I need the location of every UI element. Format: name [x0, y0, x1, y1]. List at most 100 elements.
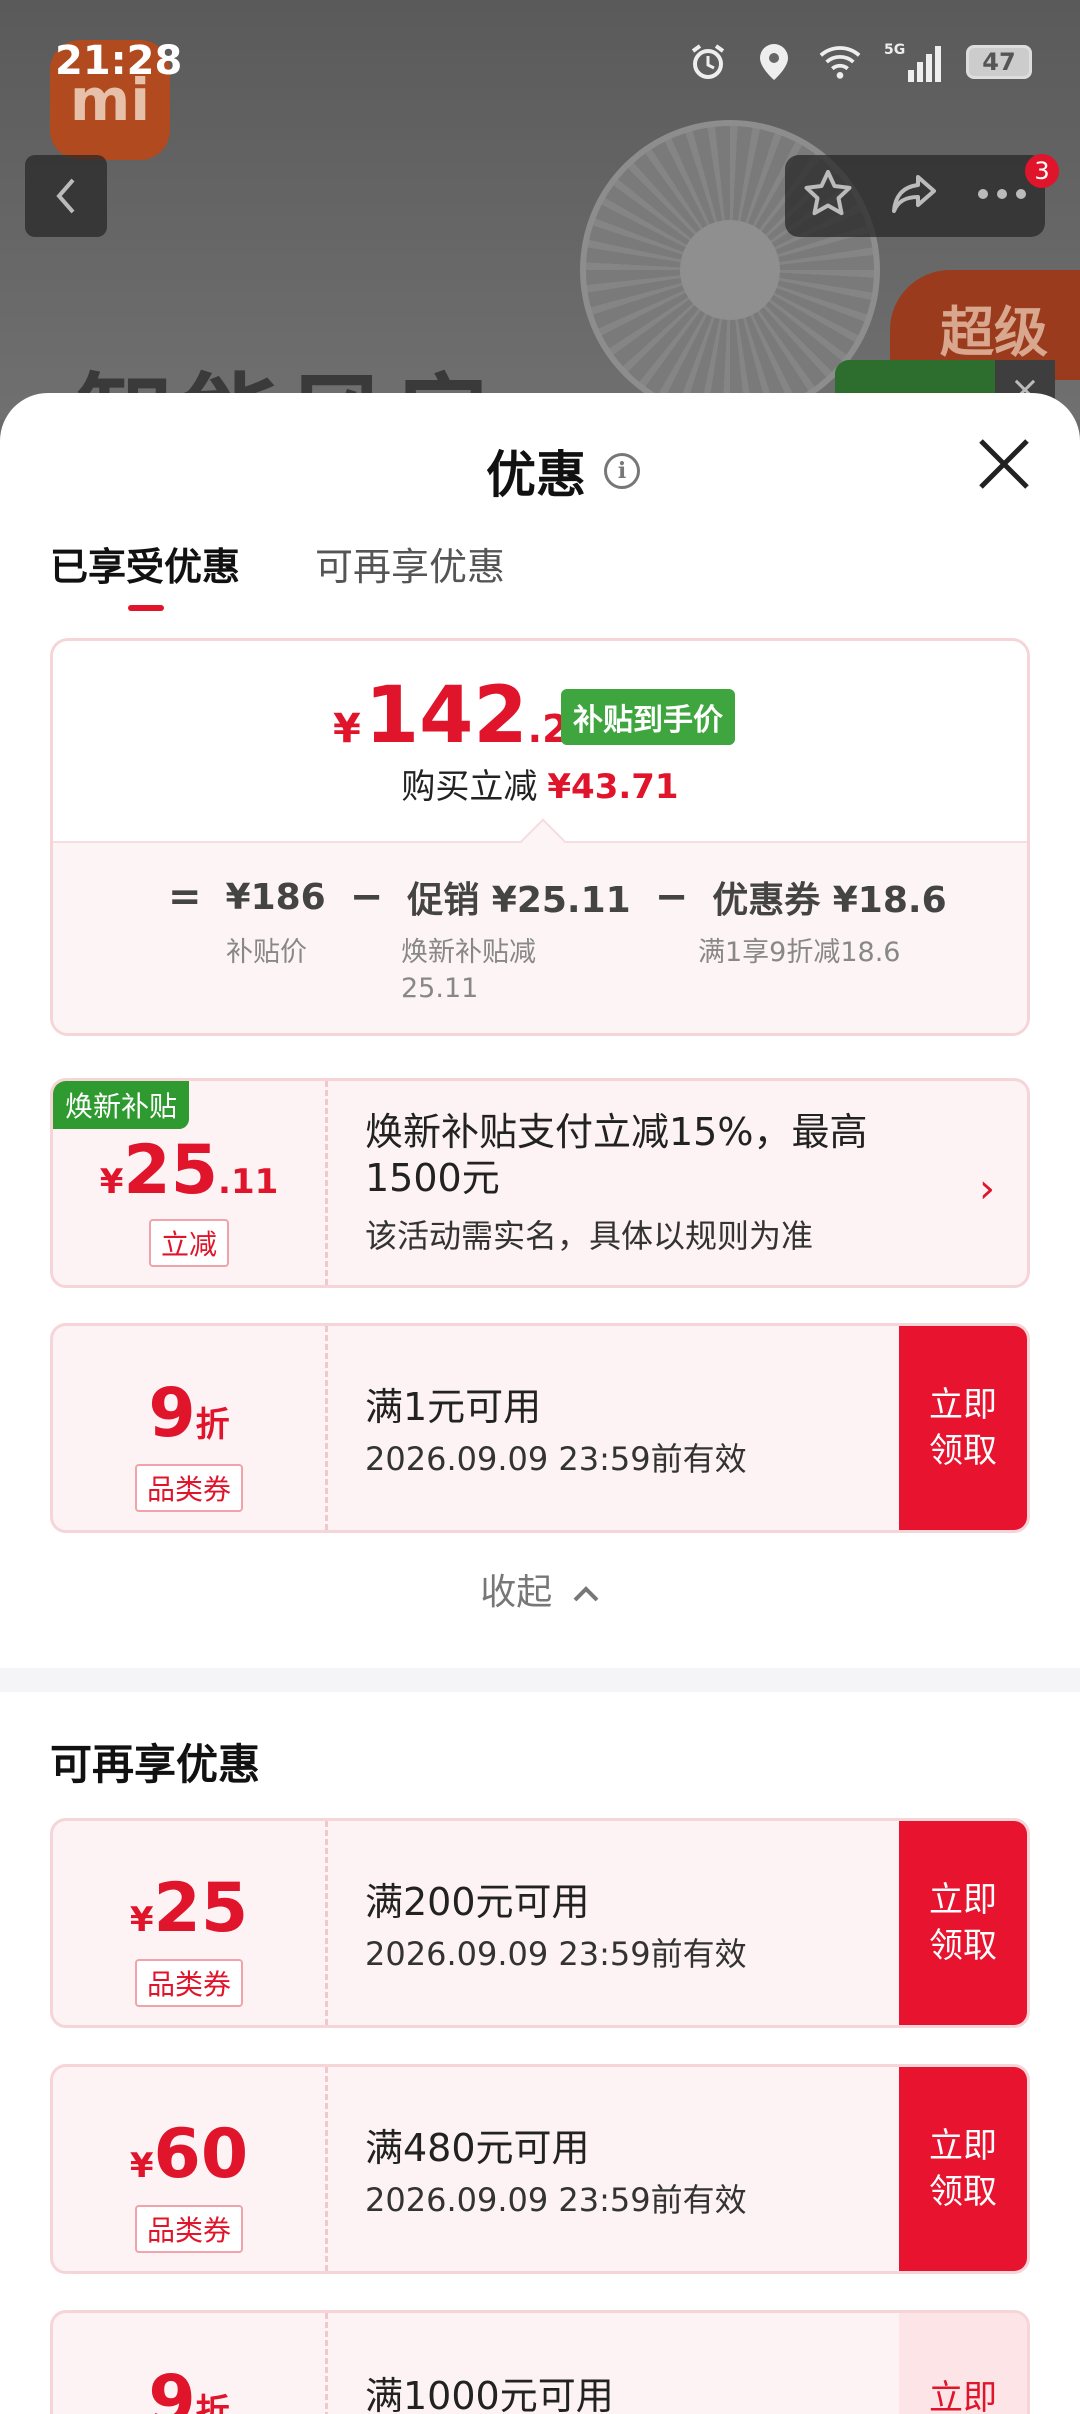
price-formula: = ¥186 − 促销 ¥25.11 − 优惠券 ¥18.6 — [168, 871, 947, 923]
coupon-amount: ¥60 — [53, 2115, 325, 2194]
available-section-title: 可再享优惠 — [50, 1740, 261, 1789]
tab-available[interactable]: 可再享优惠 — [315, 536, 505, 611]
category-coupon-card: ¥25 品类券 满200元可用 2026.09.09 23:59前有效 立即 领… — [50, 1818, 1030, 2028]
price-integer: 142 — [364, 671, 528, 761]
coupon-title: 满480元可用 — [365, 2126, 590, 2170]
coupon-validity: 2026.09.09 23:59前有效 — [365, 2181, 747, 2219]
alarm-icon — [686, 40, 730, 84]
cellular-signal-icon: 5G — [884, 40, 944, 84]
more-options-icon[interactable] — [975, 184, 1029, 208]
sheet-title: 优惠 — [486, 446, 586, 504]
coupon-currency: ¥ — [129, 1900, 154, 1940]
price-summary-top: ¥ 142 .29 补贴到手价 购买立减¥43.71 — [53, 641, 1027, 841]
coupon-description: 该活动需实名，具体以规则为准 — [365, 1217, 814, 1255]
top-actions-bar — [785, 155, 1045, 237]
final-price: ¥ 142 .29 — [333, 671, 595, 761]
discount-tabs: 已享受优惠 可再享优惠 — [50, 536, 505, 611]
section-divider — [0, 1668, 1080, 1692]
status-icons: 5G 47 — [686, 40, 1032, 84]
coupon-title: 满1000元可用 — [365, 2374, 614, 2414]
coupon-value-section: 9折 品类券 — [53, 1326, 328, 1530]
coupon-value: 9 — [148, 1374, 196, 1453]
promo-label-line2: 25.11 — [401, 973, 479, 1004]
category-coupon-card: ¥60 品类券 满480元可用 2026.09.09 23:59前有效 立即 领… — [50, 2064, 1030, 2274]
coupon-value-section: 9折 — [53, 2313, 328, 2414]
reduction-amount: ¥43.71 — [547, 767, 679, 807]
location-icon — [752, 40, 796, 84]
chevron-up-icon — [573, 1586, 599, 1602]
coupon-validity: 2026.09.09 23:59前有效 — [365, 1935, 747, 1973]
chevron-right-icon[interactable]: › — [979, 1166, 995, 1212]
collapse-label: 收起 — [480, 1572, 553, 1613]
status-bar: 21:28 5G 47 — [0, 0, 1080, 120]
price-currency: ¥ — [333, 706, 361, 752]
coupon-title: 满200元可用 — [365, 1880, 590, 1924]
coupon-unit: 折 — [195, 1405, 230, 1445]
base-price-label: 补贴价 — [226, 937, 307, 968]
battery-indicator: 47 — [966, 45, 1032, 79]
close-icon — [979, 439, 1029, 489]
chevron-left-icon — [56, 178, 75, 214]
status-time: 21:28 — [55, 38, 183, 84]
discount-sheet: 优惠 i 已享受优惠 可再享优惠 ¥ 142 .29 补贴到手价 购买立减¥43… — [0, 393, 1080, 2414]
coupon-label: 满1享9折减18.6 — [698, 937, 901, 968]
coupon-amount: 9折 — [53, 1374, 325, 1453]
promo-discount: 促销 ¥25.11 — [407, 880, 631, 921]
coupon-amount: ¥25 — [53, 1869, 325, 1948]
coupon-type-tag: 立减 — [148, 1219, 230, 1267]
coupon-validity: 2026.09.09 23:59前有效 — [365, 1440, 747, 1478]
claim-coupon-button[interactable]: 立即 领取 — [899, 1326, 1027, 1530]
category-coupon-card: 9折 满1000元可用 立即 — [50, 2310, 1030, 2414]
coupon-title-line2: 1500元 — [365, 1156, 500, 1200]
wifi-icon — [818, 40, 862, 84]
coupon-corner-tag: 焕新补贴 — [53, 1081, 190, 1129]
coupon-value: 25 — [153, 1869, 249, 1948]
claim-coupon-button[interactable]: 立即 — [899, 2313, 1027, 2414]
coupon-discount: 优惠券 ¥18.6 — [712, 880, 947, 921]
product-fan-hub — [680, 220, 780, 320]
share-icon[interactable] — [888, 167, 942, 225]
coupon-currency: ¥ — [99, 1162, 124, 1202]
coupon-type-tag: 品类券 — [134, 1464, 244, 1512]
minus-sign: − — [349, 874, 384, 920]
notification-badge: 3 — [1025, 154, 1059, 188]
tab-enjoyed[interactable]: 已享受优惠 — [50, 536, 240, 611]
coupon-currency: ¥ — [129, 2146, 154, 2186]
coupon-value-section: ¥60 品类券 — [53, 2067, 328, 2271]
subsidy-price-tag: 补贴到手价 — [561, 689, 735, 745]
coupon-amount: 9折 — [53, 2361, 325, 2414]
promo-label: 焕新补贴减 25.11 — [401, 935, 536, 1007]
reduction-label: 购买立减 — [401, 767, 538, 807]
coupon-value: 25 — [123, 1131, 219, 1210]
price-breakdown: = ¥186 − 促销 ¥25.11 − 优惠券 ¥18.6 补贴价 焕新补贴减… — [53, 841, 1027, 1033]
coupon-type-tag: 品类券 — [134, 1959, 244, 2007]
coupon-amount: ¥25.11 — [53, 1131, 325, 1210]
claim-coupon-button[interactable]: 立即 领取 — [899, 2067, 1027, 2271]
coupon-type-tag: 品类券 — [134, 2205, 244, 2253]
coupon-value-decimal: .11 — [218, 1162, 279, 1202]
info-icon[interactable]: i — [604, 453, 640, 489]
svg-text:5G: 5G — [884, 42, 905, 58]
coupon-title: 满1元可用 — [365, 1385, 542, 1429]
coupon-value: 60 — [153, 2115, 249, 2194]
coupon-value-section: ¥25 品类券 — [53, 1821, 328, 2025]
back-button[interactable] — [25, 155, 107, 237]
price-summary-card: ¥ 142 .29 补贴到手价 购买立减¥43.71 = ¥186 − 促销 ¥… — [50, 638, 1030, 1036]
collapse-button[interactable]: 收起 — [0, 1563, 1080, 1615]
favorite-star-icon[interactable] — [801, 167, 855, 225]
coupon-title-line1: 焕新补贴支付立减15%，最高 — [365, 1110, 868, 1154]
purchase-reduction: 购买立减 ¥43.71 — [53, 759, 1027, 808]
base-price: ¥186 — [225, 876, 326, 918]
close-button[interactable] — [975, 435, 1033, 493]
coupon-value: 9 — [148, 2361, 196, 2414]
sheet-header: 优惠 i — [0, 393, 1080, 543]
sheet-title-group: 优惠 i — [486, 435, 640, 507]
coupon-value-section: 焕新补贴 ¥25.11 立减 — [53, 1081, 328, 1285]
coupon-title: 焕新补贴支付立减15%，最高 1500元 — [365, 1109, 925, 1201]
promo-label-line1: 焕新补贴减 — [401, 937, 536, 968]
claim-coupon-button[interactable]: 立即 领取 — [899, 1821, 1027, 2025]
category-coupon-card: 9折 品类券 满1元可用 2026.09.09 23:59前有效 立即 领取 — [50, 1323, 1030, 1533]
coupon-unit: 折 — [195, 2392, 230, 2414]
minus-sign: − — [654, 874, 689, 920]
subsidy-coupon-card[interactable]: 焕新补贴 ¥25.11 立减 焕新补贴支付立减15%，最高 1500元 该活动需… — [50, 1078, 1030, 1288]
